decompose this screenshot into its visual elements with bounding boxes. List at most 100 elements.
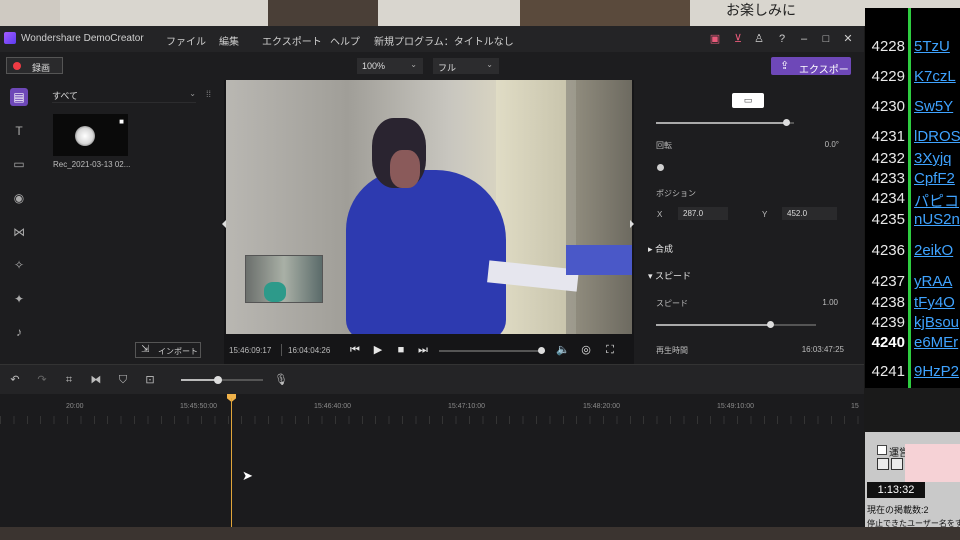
- speed-section[interactable]: ▾ スピード: [648, 269, 691, 282]
- grid-view-icon[interactable]: ⁞⁞: [206, 89, 211, 99]
- export-button[interactable]: ⇪ エクスポート: [771, 57, 851, 91]
- fit-icon[interactable]: ⊡: [143, 373, 157, 387]
- chat-row: 4232 3Xyjq: [865, 150, 960, 170]
- maximize-icon[interactable]: □: [820, 33, 832, 45]
- chat-row-link[interactable]: e6MEr: [914, 334, 958, 351]
- picture-in-picture-overlay[interactable]: [245, 255, 323, 303]
- help-icon[interactable]: ?: [776, 33, 788, 45]
- microphone-icon[interactable]: 🎙: [274, 373, 288, 387]
- chat-row-link[interactable]: 9HzP2: [914, 363, 959, 380]
- record-label: 録画: [32, 63, 51, 73]
- previous-frame-icon[interactable]: ⏮: [348, 342, 362, 358]
- background-caption: お楽しみに: [726, 2, 796, 18]
- media-library-icon[interactable]: ▤: [10, 88, 28, 106]
- preview-panel: 15:46:09:17 16:04:04:26 ⏮ ▶ ■ ⏭ 🔈 ◎ ⛶: [222, 80, 634, 364]
- undo-icon[interactable]: ↶: [8, 373, 22, 387]
- speed-knob[interactable]: [767, 321, 775, 328]
- y-input[interactable]: 452.0: [782, 207, 837, 220]
- cursor-effect-icon[interactable]: ◉: [10, 189, 28, 207]
- menu-file[interactable]: ファイル: [166, 33, 206, 48]
- grid-view-icon[interactable]: [891, 458, 903, 470]
- sticker-icon[interactable]: ✦: [10, 290, 28, 308]
- chat-row-link[interactable]: 5TzU: [914, 38, 950, 55]
- marker-icon[interactable]: ⛉: [116, 373, 130, 387]
- media-filter-dropdown[interactable]: すべて ⌄: [52, 89, 196, 103]
- video-scene: [496, 80, 566, 334]
- list-view-icon[interactable]: [877, 458, 889, 470]
- volume-icon[interactable]: 🔈: [556, 342, 570, 358]
- chat-row-link[interactable]: lDROS: [914, 128, 960, 145]
- video-scene: [346, 170, 506, 334]
- chat-row: 4240 e6MEr: [865, 334, 960, 354]
- media-filter-label: すべて: [52, 91, 79, 101]
- tick-label: 15: [851, 403, 859, 410]
- play-icon[interactable]: ▶: [371, 342, 385, 358]
- video-preview[interactable]: [226, 80, 632, 334]
- pink-input-box[interactable]: [905, 444, 960, 482]
- split-icon[interactable]: ⧓: [89, 373, 103, 387]
- effects-icon[interactable]: ✧: [10, 256, 28, 274]
- annotation-icon[interactable]: ▭: [10, 155, 28, 173]
- playback-knob[interactable]: [537, 347, 545, 354]
- minimize-icon[interactable]: –: [798, 33, 810, 45]
- rotation-value: 0.0°: [824, 140, 839, 149]
- playback-bar: 15:46:09:17 16:04:04:26 ⏮ ▶ ■ ⏭ 🔈 ◎ ⛶: [224, 337, 634, 364]
- playhead[interactable]: [231, 398, 232, 527]
- menu-help[interactable]: ヘルプ: [330, 33, 360, 48]
- next-frame-icon[interactable]: ⏭: [416, 342, 430, 358]
- chat-row-link[interactable]: yRAA: [914, 273, 952, 290]
- position-label: ポジション: [656, 189, 696, 198]
- project-title: 新規プログラム：タイトルなし: [374, 37, 514, 48]
- close-icon[interactable]: ✕: [842, 33, 854, 45]
- chat-row-link[interactable]: Sw5Y: [914, 98, 953, 115]
- snapshot-icon[interactable]: ◎: [579, 342, 593, 358]
- speed-fill: [656, 324, 772, 326]
- chat-row-link[interactable]: tFy4O: [914, 294, 955, 311]
- zoom-knob[interactable]: [213, 376, 222, 384]
- cart-icon[interactable]: ⊻: [732, 33, 744, 45]
- chat-row-link[interactable]: CpfF2: [914, 170, 955, 187]
- staff-checkbox[interactable]: [877, 445, 887, 455]
- chat-row: 4229 K7czL: [865, 68, 960, 88]
- user-icon[interactable]: ♙: [753, 33, 765, 45]
- chat-row-number: 4238: [871, 294, 905, 311]
- redo-icon[interactable]: ↷: [35, 373, 49, 387]
- fullscreen-icon[interactable]: ⛶: [603, 342, 617, 358]
- duration-value: 16:03:47:25: [801, 345, 844, 354]
- composite-section[interactable]: ▸ 合成: [648, 242, 673, 255]
- rotation-handle[interactable]: [657, 164, 664, 171]
- opacity-knob[interactable]: [783, 119, 791, 126]
- menu-edit[interactable]: 編集: [219, 33, 239, 48]
- gift-icon[interactable]: ▣: [709, 33, 721, 45]
- zoom-dropdown[interactable]: 100% ⌄: [357, 58, 423, 74]
- record-button[interactable]: 録画: [6, 57, 63, 74]
- crop-icon[interactable]: ⌗: [62, 373, 76, 387]
- chat-row-link[interactable]: 3Xyjq: [914, 150, 952, 167]
- chat-row-link[interactable]: K7czL: [914, 68, 956, 85]
- chat-row-link[interactable]: 2eikO: [914, 242, 953, 259]
- camera-tab[interactable]: ▭: [732, 93, 764, 108]
- desktop-bottom-strip: [0, 527, 960, 540]
- playback-progress[interactable]: [439, 347, 545, 354]
- timeline[interactable]: 20:00 15:45:50:00 15:46:40:00 15:47:10:0…: [0, 394, 864, 527]
- time-separator: [281, 344, 282, 356]
- chat-row: 4241 9HzP2: [865, 363, 960, 383]
- tool-rail: ▤ T ▭ ◉ ⋈ ✧ ✦ ♪: [0, 80, 38, 364]
- speed-slider[interactable]: [656, 321, 816, 328]
- chat-row-number: 4241: [871, 363, 905, 380]
- media-clip-thumbnail[interactable]: ■: [53, 114, 128, 156]
- chat-row-link[interactable]: kjBsou: [914, 314, 959, 331]
- duration-label: 再生時間: [656, 346, 688, 355]
- quality-dropdown[interactable]: フル ⌄: [433, 58, 499, 74]
- text-icon[interactable]: T: [10, 122, 28, 140]
- import-button[interactable]: ⇲ インポート: [135, 342, 201, 358]
- timeline-zoom-slider[interactable]: [181, 376, 263, 384]
- transition-icon[interactable]: ⋈: [10, 223, 28, 241]
- menu-export[interactable]: エクスポート: [262, 33, 322, 48]
- stop-icon[interactable]: ■: [394, 342, 408, 358]
- chat-row-link[interactable]: パピコ: [914, 190, 959, 211]
- x-input[interactable]: 287.0: [678, 207, 728, 220]
- opacity-slider[interactable]: [656, 119, 794, 126]
- chat-row-link[interactable]: nUS2n: [914, 211, 960, 228]
- audio-icon[interactable]: ♪: [10, 323, 28, 341]
